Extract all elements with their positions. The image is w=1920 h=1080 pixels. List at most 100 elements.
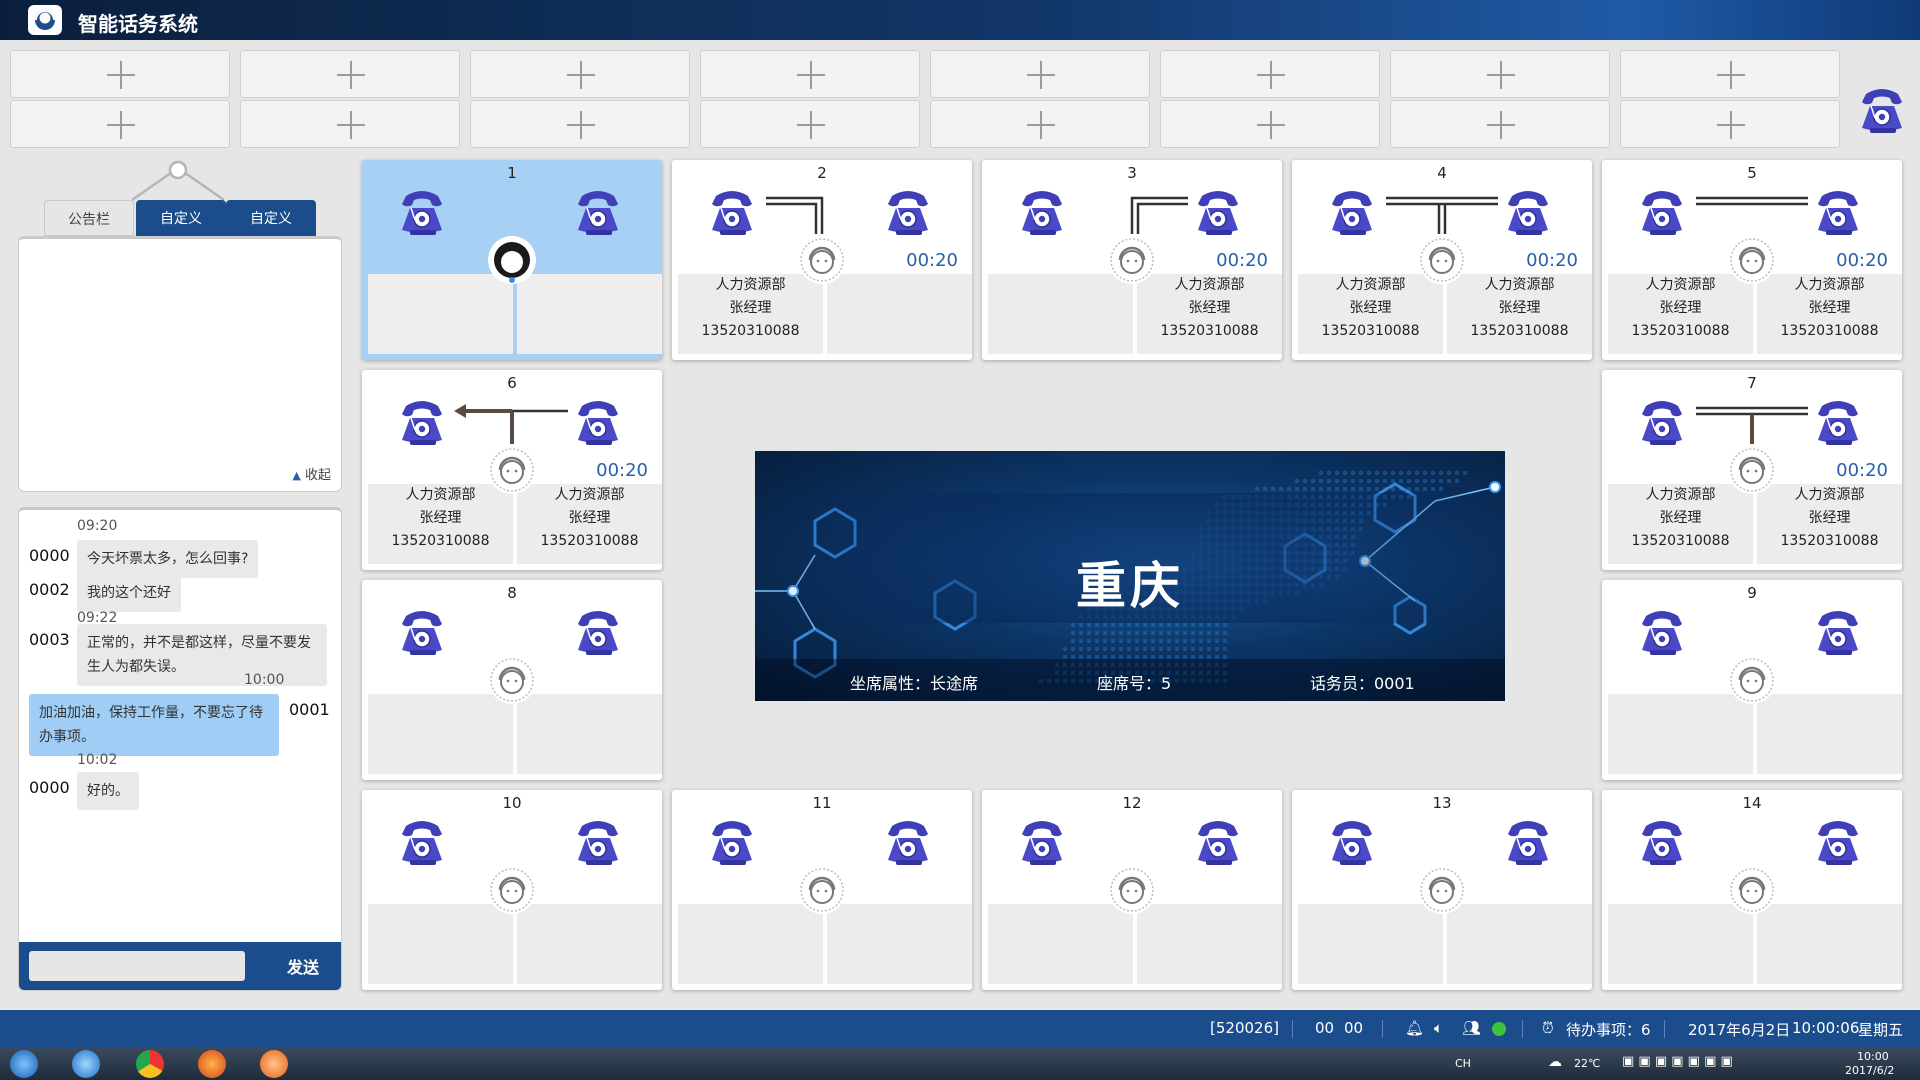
seat-card-13[interactable]: 13 [1292, 790, 1592, 990]
telephone-icon[interactable] [1808, 816, 1868, 868]
firefox-browser-icon[interactable] [198, 1050, 226, 1078]
collapse-label: 收起 [304, 468, 331, 483]
quick-dial-slot[interactable] [470, 50, 690, 98]
quick-dial-slot[interactable] [1160, 50, 1380, 98]
seat-number: 13 [1432, 794, 1452, 812]
start-button-icon[interactable] [10, 1050, 38, 1078]
caller-phone: 13520310088 [391, 533, 490, 549]
telephone-icon[interactable] [1188, 186, 1248, 238]
quick-dial-slot[interactable] [930, 50, 1150, 98]
quick-dial-slot[interactable] [700, 100, 920, 148]
operator-headset-icon[interactable] [488, 236, 536, 284]
speaker-icon[interactable]: 🔈︎ [1434, 1019, 1443, 1037]
plus-icon [797, 111, 825, 139]
users-icon[interactable]: 👥︎ [1462, 1019, 1481, 1037]
weather-icon: ☁︎ [1548, 1054, 1562, 1070]
seat-card-9[interactable]: 9 [1602, 580, 1902, 780]
telephone-icon[interactable] [1322, 186, 1382, 238]
quick-dial-slot[interactable] [930, 100, 1150, 148]
quick-dial-slot[interactable] [240, 100, 460, 148]
seat-card-11[interactable]: 11 [672, 790, 972, 990]
telephone-icon[interactable] [1012, 186, 1072, 238]
telephone-icon[interactable] [1632, 816, 1692, 868]
quick-dial-slot[interactable] [240, 50, 460, 98]
operator-headset-icon[interactable] [1108, 866, 1156, 914]
quick-dial-slot[interactable] [1620, 50, 1840, 98]
input-language[interactable]: CH [1455, 1057, 1471, 1070]
tab-custom-2[interactable]: 自定义 [226, 200, 316, 236]
operator-headset-icon[interactable] [798, 866, 846, 914]
chat-input[interactable] [29, 951, 245, 981]
seat-card-8[interactable]: 8 [362, 580, 662, 780]
caller-name: 张经理 [1808, 300, 1851, 316]
caller-info: 人力资源部 张经理 13520310088 [1608, 484, 1753, 553]
bell-icon[interactable]: 🔔︎ [1405, 1019, 1424, 1037]
seat-card-12[interactable]: 12 [982, 790, 1282, 990]
quick-dial-slot[interactable] [1390, 50, 1610, 98]
quick-dial-slot[interactable] [1620, 100, 1840, 148]
seat-attribute: 坐席属性：长途席 [850, 674, 979, 693]
telephone-icon[interactable] [1632, 396, 1692, 448]
operator-headset-icon[interactable] [488, 866, 536, 914]
todo-count[interactable]: 待办事项：6 [1566, 1019, 1651, 1040]
status-bar: [520026] 00 00 🔔︎ 🔈︎ 👥︎ ⏰︎ 待办事项：6 2017年6… [0, 1010, 1920, 1048]
telephone-icon[interactable] [1498, 816, 1558, 868]
telephone-icon[interactable] [878, 816, 938, 868]
quick-dial-slot[interactable] [700, 50, 920, 98]
operator-headset-icon[interactable] [1728, 656, 1776, 704]
telephone-icon[interactable] [568, 606, 628, 658]
seat-card-14[interactable]: 14 [1602, 790, 1902, 990]
telephone-icon[interactable] [1322, 816, 1382, 868]
telephone-icon[interactable] [1808, 606, 1868, 658]
send-button[interactable]: 发送 [287, 954, 319, 978]
quick-dial-slot[interactable] [1160, 100, 1380, 148]
operator-headset-icon[interactable] [1728, 866, 1776, 914]
tray-icons[interactable]: ▣ ▣ ▣ ▣ ▣ ▣ ▣ [1622, 1054, 1733, 1069]
telephone-icon[interactable] [878, 186, 938, 238]
telephone-icon[interactable] [568, 186, 628, 238]
caret-up-icon: ▲ [292, 469, 301, 482]
quick-dial-slot[interactable] [10, 50, 230, 98]
quick-dial-slot[interactable] [1390, 100, 1610, 148]
seat-number: 4 [1437, 164, 1447, 182]
counter-b: 00 [1344, 1019, 1364, 1037]
quick-dial-slot[interactable] [10, 100, 230, 148]
telephone-icon[interactable] [392, 186, 452, 238]
telephone-icon[interactable] [568, 816, 628, 868]
chrome-browser-icon[interactable] [136, 1050, 164, 1078]
telephone-icon[interactable] [1852, 84, 1912, 133]
tab-custom-1[interactable]: 自定义 [136, 200, 226, 236]
telephone-icon[interactable] [1012, 816, 1072, 868]
seat-card-4[interactable]: 4 00:20 人力资源部 张经理 13520310088 人力资源部 张经理 135203… [1292, 160, 1592, 360]
quick-dial-slot[interactable] [470, 100, 690, 148]
telephone-icon[interactable] [702, 186, 762, 238]
operator-headset-icon[interactable] [488, 656, 536, 704]
telephone-icon[interactable] [1632, 606, 1692, 658]
tab-notice[interactable]: 公告栏 [44, 200, 134, 236]
line-panel [1298, 904, 1443, 984]
telephone-icon[interactable] [392, 606, 452, 658]
telephone-icon[interactable] [1188, 816, 1248, 868]
seat-card-10[interactable]: 10 [362, 790, 662, 990]
taskbar-clock-time: 10:00 [1857, 1050, 1889, 1063]
app-launcher-icon[interactable] [260, 1050, 288, 1078]
seat-card-7[interactable]: 7 00:20 人力资源部 张经理 13520310088 人力资源部 张经理 135203… [1602, 370, 1902, 570]
plus-icon [797, 61, 825, 89]
seat-card-5[interactable]: 5 00:20 人力资源部 张经理 13520310088 人力资源部 张经理 135203… [1602, 160, 1902, 360]
collapse-button[interactable]: ▲ 收起 [292, 464, 331, 483]
ie-browser-icon[interactable] [72, 1050, 100, 1078]
seat-card-1[interactable]: 1 [362, 160, 662, 360]
telephone-icon[interactable] [392, 396, 452, 448]
operator-headset-icon[interactable] [1418, 866, 1466, 914]
seat-card-3[interactable]: 3 00:20 人力资源部 张经理 13520310088 [982, 160, 1282, 360]
telephone-icon[interactable] [702, 816, 762, 868]
caller-info: 人力资源部 张经理 13520310088 [368, 484, 513, 553]
telephone-icon[interactable] [568, 396, 628, 448]
telephone-icon[interactable] [1808, 396, 1868, 448]
telephone-icon[interactable] [1808, 186, 1868, 238]
telephone-icon[interactable] [1632, 186, 1692, 238]
seat-card-6[interactable]: 6 00:20 人力资源部 张经理 13520310088 人力资源部 张经理 135203… [362, 370, 662, 570]
telephone-icon[interactable] [1498, 186, 1558, 238]
seat-card-2[interactable]: 2 00:20 人力资源部 张经理 13520310088 [672, 160, 972, 360]
telephone-icon[interactable] [392, 816, 452, 868]
